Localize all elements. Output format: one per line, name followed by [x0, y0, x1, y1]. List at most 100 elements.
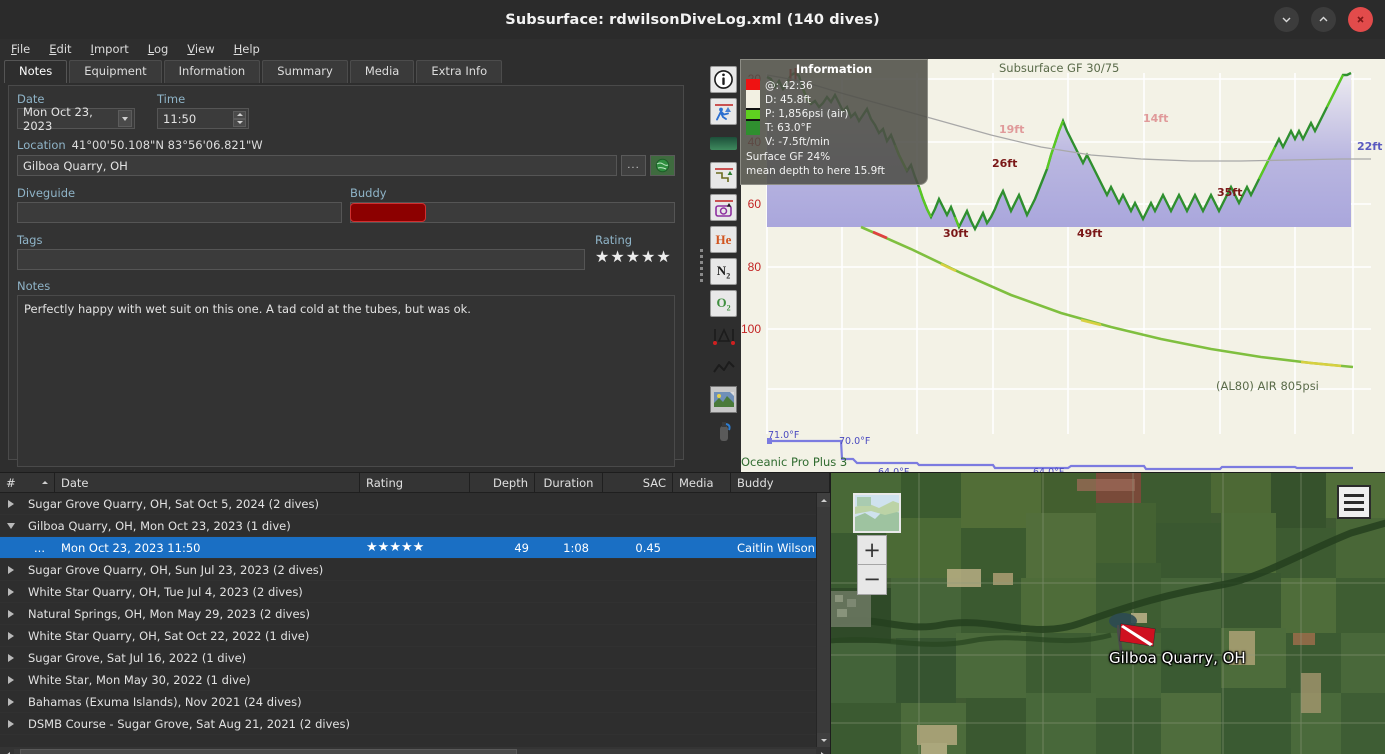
- map-satellite-imagery[interactable]: [831, 473, 1385, 754]
- rating-star[interactable]: ★: [656, 249, 670, 265]
- trip-row[interactable]: White Star Quarry, OH, Tue Jul 4, 2023 (…: [0, 581, 830, 603]
- rating-star[interactable]: ★: [595, 249, 609, 265]
- helium-icon[interactable]: He: [710, 226, 737, 253]
- trip-row[interactable]: DSMB Course - Sugar Grove, Sat Aug 21, 2…: [0, 713, 830, 735]
- dive-list-vertical-scrollbar[interactable]: [816, 493, 830, 747]
- trip-label: White Star Quarry, OH, Sat Oct 22, 2022 …: [28, 628, 310, 643]
- dive-detail-tabs: Notes Equipment Information Summary Medi…: [0, 59, 696, 83]
- expand-arrow-icon[interactable]: [0, 631, 22, 640]
- hscroll-track[interactable]: [14, 749, 816, 754]
- dive-date: Mon Oct 23, 2023 11:50: [61, 540, 201, 555]
- dive-rating: ★ ★ ★ ★ ★: [366, 539, 425, 555]
- tab-extra-info[interactable]: Extra Info: [416, 60, 503, 83]
- menu-edit[interactable]: Edit: [46, 41, 74, 57]
- menu-file[interactable]: File: [8, 41, 33, 57]
- expand-arrow-icon[interactable]: [0, 565, 22, 574]
- notes-textarea[interactable]: Perfectly happy with wet suit on this on…: [17, 295, 675, 467]
- mod-icon[interactable]: [710, 322, 737, 349]
- maximize-button[interactable]: [1311, 7, 1336, 32]
- zoom-in-button[interactable]: +: [857, 535, 887, 565]
- rating-star[interactable]: ★: [626, 249, 640, 265]
- trip-row[interactable]: Sugar Grove, Sat Jul 16, 2022 (1 dive): [0, 647, 830, 669]
- tissue-graph-icon[interactable]: [710, 354, 737, 381]
- tab-equipment[interactable]: Equipment: [69, 60, 162, 83]
- column-header-media[interactable]: Media: [673, 473, 731, 492]
- info-icon[interactable]: [710, 66, 737, 93]
- dive-profile-panel: He N2 O2 60 80 100 30ft 19ft 26ft 49ft 1…: [706, 59, 1385, 505]
- time-field[interactable]: 11:50: [157, 108, 249, 129]
- ceiling-diver-icon[interactable]: [710, 98, 737, 125]
- trip-row[interactable]: Sugar Grove Quarry, OH, Sun Jul 23, 2023…: [0, 559, 830, 581]
- rating-stars[interactable]: ★ ★ ★ ★ ★: [595, 249, 675, 265]
- expand-arrow-icon[interactable]: [0, 719, 22, 728]
- expand-arrow-icon[interactable]: [0, 697, 22, 706]
- rating-star[interactable]: ★: [610, 249, 624, 265]
- buddy-input[interactable]: [350, 202, 675, 223]
- expand-arrow-icon[interactable]: [0, 609, 22, 618]
- dive-duration: 1:08: [563, 540, 589, 555]
- expand-arrow-icon[interactable]: [0, 587, 22, 596]
- expand-arrow-icon[interactable]: [0, 675, 22, 684]
- panel-splitter[interactable]: [696, 59, 706, 472]
- dc-reported-ceiling-icon[interactable]: [710, 194, 737, 221]
- time-stepper[interactable]: [233, 110, 246, 127]
- trip-row[interactable]: Bahamas (Exuma Islands), Nov 2021 (24 di…: [0, 691, 830, 713]
- menu-view[interactable]: View: [184, 41, 217, 57]
- dive-profile-chart[interactable]: 20 40 60 80 100 0 10 20 30 40 50 60 70 0…: [740, 59, 1385, 505]
- column-header-duration[interactable]: Duration: [535, 473, 603, 492]
- location-input[interactable]: Gilboa Quarry, OH: [17, 155, 617, 176]
- stepper-down-icon[interactable]: [233, 118, 246, 127]
- heatmap-icon[interactable]: [710, 130, 737, 157]
- column-header-date[interactable]: Date: [55, 473, 360, 492]
- photos-icon[interactable]: [710, 386, 737, 413]
- chevron-down-icon[interactable]: [117, 110, 132, 127]
- column-header-sac[interactable]: SAC: [603, 473, 673, 492]
- menu-help[interactable]: Help: [231, 41, 263, 57]
- diveguide-input[interactable]: [17, 202, 342, 223]
- oxygen-icon[interactable]: O2: [710, 290, 737, 317]
- menu-import[interactable]: Import: [88, 41, 132, 57]
- trip-label: Sugar Grove Quarry, OH, Sat Oct 5, 2024 …: [28, 496, 319, 511]
- column-header-number[interactable]: #: [0, 473, 55, 492]
- diveguide-label: Diveguide: [17, 186, 76, 200]
- expand-arrow-icon[interactable]: [0, 653, 22, 662]
- tab-media[interactable]: Media: [349, 60, 415, 83]
- date-field[interactable]: Mon Oct 23, 2023: [17, 105, 135, 133]
- expand-arrow-icon[interactable]: [0, 499, 22, 508]
- zoom-out-button[interactable]: −: [857, 565, 887, 595]
- scroll-left-icon[interactable]: [0, 748, 14, 754]
- trip-row[interactable]: Gilboa Quarry, OH, Mon Oct 23, 2023 (1 d…: [0, 515, 830, 537]
- tab-information[interactable]: Information: [163, 60, 261, 83]
- dive-list-horizontal-scrollbar[interactable]: [0, 747, 830, 754]
- title-bar: Subsurface: rdwilsonDiveLog.xml (140 div…: [0, 0, 1385, 39]
- collapse-arrow-icon[interactable]: [0, 522, 22, 529]
- minimap-icon[interactable]: [853, 493, 901, 533]
- tab-notes[interactable]: Notes: [4, 60, 68, 83]
- trip-row[interactable]: Natural Springs, OH, Mon May 29, 2023 (2…: [0, 603, 830, 625]
- column-header-depth[interactable]: Depth: [470, 473, 535, 492]
- trip-row[interactable]: Sugar Grove Quarry, OH, Sat Oct 5, 2024 …: [0, 493, 830, 515]
- nitrogen-icon[interactable]: N2: [710, 258, 737, 285]
- dive-site-map[interactable]: + − Gilboa Quarry, OH Leaflet | Imagery …: [830, 472, 1385, 754]
- column-header-buddy[interactable]: Buddy: [731, 473, 830, 492]
- close-button[interactable]: [1348, 7, 1373, 32]
- scuba-tank-icon[interactable]: [710, 418, 737, 445]
- dive-row-selected[interactable]: ... Mon Oct 23, 2023 11:50 ★ ★ ★ ★ ★ 49 1:08…: [0, 537, 830, 559]
- globe-icon[interactable]: [650, 155, 675, 176]
- trip-row[interactable]: White Star Quarry, OH, Sat Oct 22, 2022 …: [0, 625, 830, 647]
- location-browse-button[interactable]: ...: [621, 155, 646, 176]
- hscroll-thumb[interactable]: [20, 749, 517, 754]
- trip-row[interactable]: White Star, Mon May 30, 2022 (1 dive): [0, 669, 830, 691]
- menu-log[interactable]: Log: [145, 41, 172, 57]
- scroll-up-icon[interactable]: [817, 493, 830, 507]
- minimize-button[interactable]: [1274, 7, 1299, 32]
- rating-star[interactable]: ★: [641, 249, 655, 265]
- tab-summary[interactable]: Summary: [262, 60, 348, 83]
- tags-input[interactable]: [17, 249, 585, 270]
- scroll-right-icon[interactable]: [816, 748, 830, 754]
- dc-ceiling-icon[interactable]: [710, 162, 737, 189]
- hamburger-icon[interactable]: [1337, 485, 1371, 519]
- scroll-down-icon[interactable]: [817, 733, 830, 747]
- stepper-up-icon[interactable]: [233, 110, 246, 119]
- column-header-rating[interactable]: Rating: [360, 473, 470, 492]
